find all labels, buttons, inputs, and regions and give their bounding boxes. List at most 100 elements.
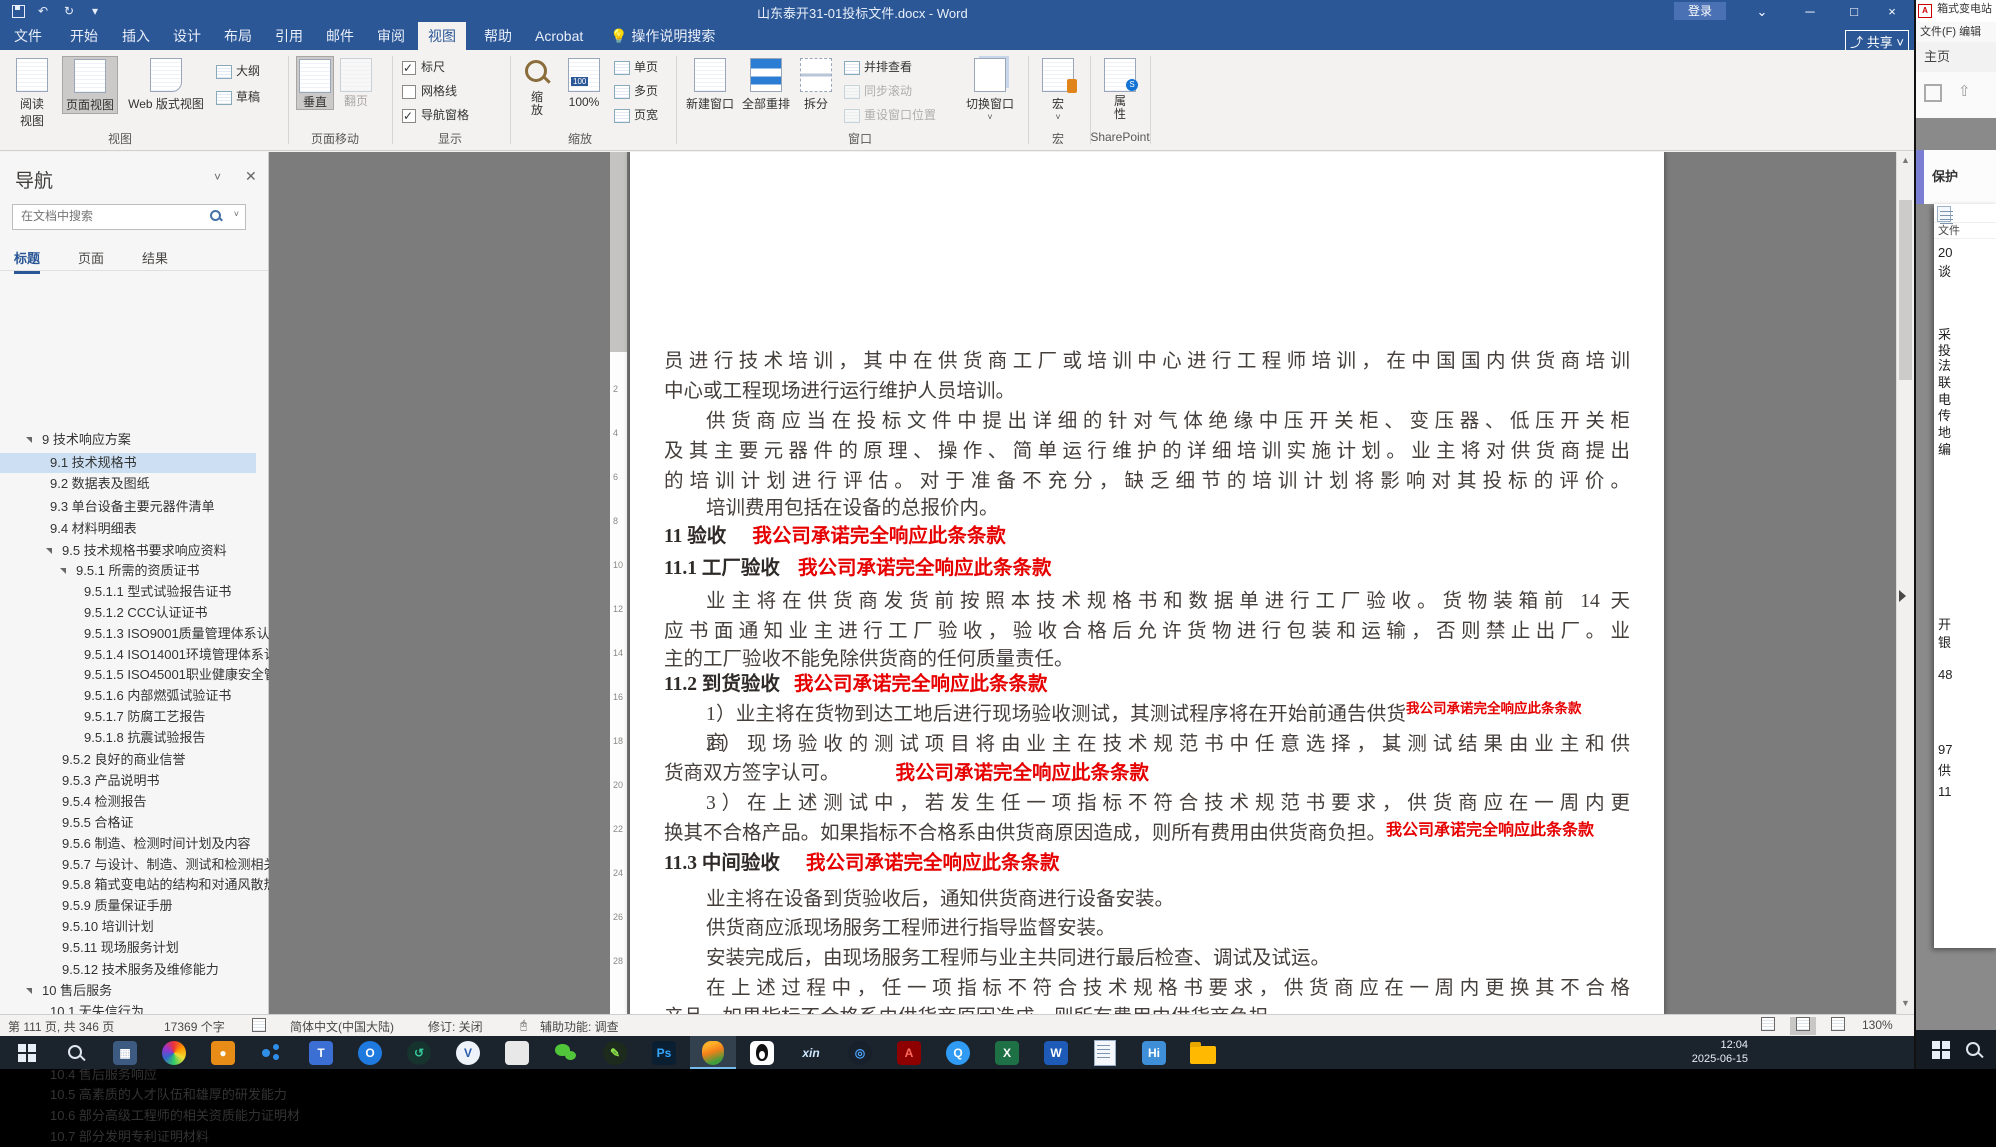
tab-layout[interactable]: 布局 xyxy=(214,22,262,50)
page-width-button[interactable]: 页宽 xyxy=(614,106,658,124)
nav-tree-item[interactable]: 9.5.8 箱式变电站的结构和对通风散热所采取... xyxy=(0,875,312,895)
arrange-all-button[interactable]: 全部重排 xyxy=(740,56,792,112)
zoom-100-button[interactable]: 100 100% xyxy=(560,56,608,109)
search-button[interactable] xyxy=(53,1036,99,1069)
split-button[interactable]: 拆分 xyxy=(796,56,836,112)
one-page-button[interactable]: 单页 xyxy=(614,58,658,76)
vertical-ruler[interactable]: 2 4 6 8 10 12 14 16 18 20 22 24 26 28 xyxy=(610,152,627,1014)
qq-icon[interactable] xyxy=(739,1036,785,1069)
nav-tree-item[interactable]: 9.5 技术规格书要求响应资料 xyxy=(0,541,312,561)
tab-file[interactable]: 文件 xyxy=(4,22,52,50)
photoshop-icon[interactable]: Ps xyxy=(641,1036,687,1069)
track-changes-indicator[interactable]: 修订: 关闭 xyxy=(428,1018,483,1035)
zoom-level[interactable]: 130% xyxy=(1862,1018,1893,1032)
excel-icon[interactable]: X xyxy=(984,1036,1030,1069)
expand-triangle-icon[interactable] xyxy=(26,437,32,443)
sync-app-icon[interactable]: ↺ xyxy=(396,1036,442,1069)
tab-insert[interactable]: 插入 xyxy=(112,22,160,50)
o-app-icon[interactable]: O xyxy=(347,1036,393,1069)
notepad-window[interactable]: 文件 20 谈采投法联电传地编开银 48 97 供 11 xyxy=(1934,204,1996,948)
nav-tree-item[interactable]: 9.5.10 培训计划 xyxy=(0,917,312,937)
proofing-icon[interactable] xyxy=(252,1018,268,1032)
page-indicator[interactable]: 第 111 页, 共 346 页 xyxy=(8,1018,114,1035)
properties-button[interactable]: S 属性 xyxy=(1098,56,1142,121)
tab-review[interactable]: 审阅 xyxy=(367,22,415,50)
print-layout-view-button[interactable] xyxy=(1790,1017,1816,1035)
language-indicator[interactable]: 简体中文(中国大陆) xyxy=(290,1018,394,1035)
tab-references[interactable]: 引用 xyxy=(265,22,313,50)
nav-tree-item[interactable]: 9.5.6 制造、检测时间计划及内容 xyxy=(0,834,312,854)
notepad-icon[interactable] xyxy=(1082,1036,1128,1069)
hi-app-icon[interactable]: Hi xyxy=(1131,1036,1177,1069)
zoom-button[interactable]: 缩放 xyxy=(518,56,556,117)
tab-mailings[interactable]: 邮件 xyxy=(316,22,364,50)
document-page[interactable]: 员进行技术培训，其中在供货商工厂或培训中心进行工程师培训，在中国国内供货商培训中… xyxy=(630,152,1664,1014)
nav-tab-pages[interactable]: 页面 xyxy=(78,248,104,267)
outline-view-button[interactable]: 大纲 xyxy=(216,62,260,80)
nav-search-box[interactable]: ˅ xyxy=(12,204,246,230)
nav-close-icon[interactable]: ✕ xyxy=(245,168,257,185)
wechat-icon[interactable] xyxy=(543,1036,589,1069)
web-layout-button[interactable]: Web 版式视图 xyxy=(122,56,210,112)
quark-browser-icon[interactable]: Q xyxy=(935,1036,981,1069)
view-side-by-side-button[interactable]: 并排查看 xyxy=(844,58,912,76)
expand-triangle-icon[interactable] xyxy=(46,548,52,554)
file-explorer-icon[interactable] xyxy=(1180,1036,1226,1069)
scroll-up-icon[interactable]: ▲ xyxy=(1901,155,1910,165)
nav-tree-item[interactable]: 9.4 材料明细表 xyxy=(0,519,300,539)
tab-acrobat[interactable]: Acrobat xyxy=(525,22,593,50)
nav-tree-item[interactable]: 9.3 单台设备主要元器件清单 xyxy=(0,497,300,517)
vertical-scroll-button[interactable]: 垂直 xyxy=(296,56,334,110)
v-app-icon[interactable]: V xyxy=(445,1036,491,1069)
acrobat-upload-icon[interactable]: ⇧ xyxy=(1958,82,1971,100)
switch-windows-button[interactable]: 切换窗口 ˅ xyxy=(962,56,1018,122)
nav-tree-item[interactable]: 9.5.2 良好的商业信誉 xyxy=(0,750,312,770)
gridlines-checkbox[interactable]: 网格线 xyxy=(402,82,457,100)
nav-tree-item[interactable]: 9.5.5 合格证 xyxy=(0,813,312,833)
new-window-button[interactable]: 新建窗口 xyxy=(684,56,736,112)
acrobat-menu-bar[interactable]: 文件(F) 编辑 xyxy=(1916,22,1996,43)
tab-help[interactable]: 帮助 xyxy=(474,22,522,50)
nav-tree-item[interactable]: 9.5.3 产品说明书 xyxy=(0,771,312,791)
tab-home[interactable]: 开始 xyxy=(60,22,108,50)
qat-customize-icon[interactable]: ▾ xyxy=(92,3,98,19)
nav-tree-item[interactable]: 9.5.4 检测报告 xyxy=(0,792,312,812)
read-mode-button[interactable]: 阅读 视图 xyxy=(6,56,58,129)
tencent-docs-icon[interactable] xyxy=(690,1036,736,1069)
calculator-icon[interactable]: ▦ xyxy=(102,1036,148,1069)
save-icon[interactable] xyxy=(12,5,25,18)
scroll-down-icon[interactable]: ▼ xyxy=(1901,998,1910,1008)
m2-search-button[interactable] xyxy=(1964,1040,1984,1060)
expand-triangle-icon[interactable] xyxy=(60,568,66,574)
nav-tree-item[interactable]: 10.7 部分发明专利证明材料 xyxy=(0,1127,300,1147)
accessibility-indicator[interactable]: 辅助功能: 调查 xyxy=(540,1018,619,1035)
nav-tree-item[interactable]: 9.2 数据表及图纸 xyxy=(0,474,300,494)
multi-page-button[interactable]: 多页 xyxy=(614,82,658,100)
tab-view[interactable]: 视图 xyxy=(418,22,466,50)
pane-expand-icon[interactable] xyxy=(1899,590,1906,602)
word-count[interactable]: 17369 个字 xyxy=(164,1018,225,1035)
screenshot-app-icon[interactable]: ● xyxy=(200,1036,246,1069)
nav-tab-results[interactable]: 结果 xyxy=(142,248,168,267)
draw-app-icon[interactable]: ✎ xyxy=(592,1036,638,1069)
read-mode-view-button[interactable] xyxy=(1755,1017,1781,1035)
nav-tree-item[interactable]: 9.5.11 现场服务计划 xyxy=(0,938,312,958)
acrobat-protect-tool[interactable]: 保护 xyxy=(1916,150,1996,204)
acrobat-icon[interactable]: A xyxy=(886,1036,932,1069)
dots-app-icon[interactable] xyxy=(249,1036,295,1069)
navpane-checkbox[interactable]: 导航窗格 xyxy=(402,106,469,125)
undo-icon[interactable]: ↶ xyxy=(38,3,48,19)
nav-tree-item[interactable]: 10 售后服务 xyxy=(0,981,292,1001)
m2-start-button[interactable] xyxy=(1932,1040,1950,1059)
taskbar-clock[interactable]: 12:04 2025-06-15 xyxy=(1668,1038,1748,1066)
tell-me-search[interactable]: 💡 操作说明搜索 xyxy=(600,22,725,50)
t-app-icon[interactable]: T xyxy=(298,1036,344,1069)
media-app-icon[interactable] xyxy=(151,1036,197,1069)
nav-tree-item[interactable]: 9 技术响应方案 xyxy=(0,430,292,450)
acrobat-save-icon[interactable] xyxy=(1924,84,1942,102)
expand-triangle-icon[interactable] xyxy=(26,988,32,994)
scrollbar-thumb[interactable] xyxy=(1899,200,1912,380)
qq-browser-icon[interactable]: ◎ xyxy=(837,1036,883,1069)
notepad-menu-bar[interactable]: 文件 xyxy=(1934,222,1996,239)
tab-design[interactable]: 设计 xyxy=(163,22,211,50)
